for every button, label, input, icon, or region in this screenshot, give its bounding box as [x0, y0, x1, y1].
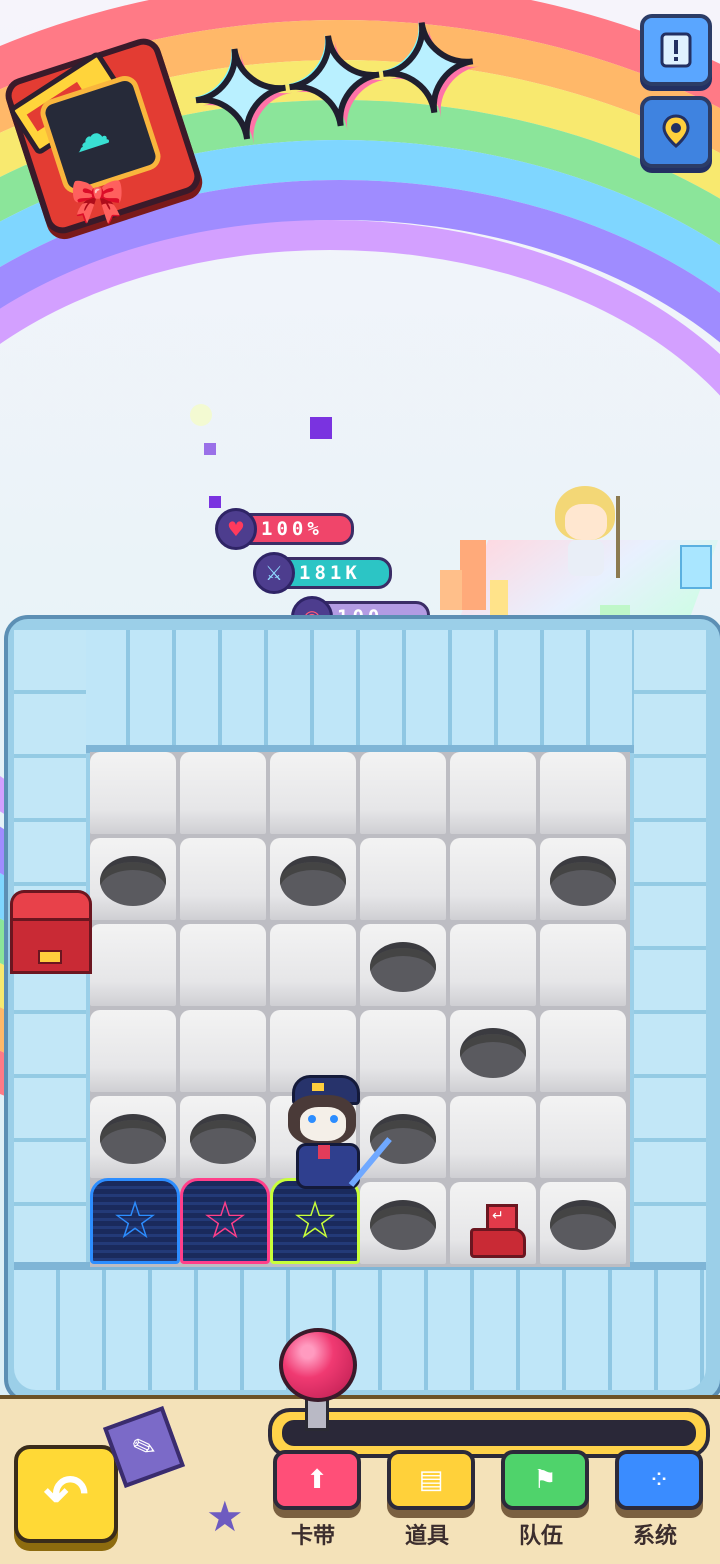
- grid-cell[interactable]: [360, 752, 446, 834]
- particle: [310, 417, 332, 439]
- back-button[interactable]: ↶: [14, 1445, 118, 1543]
- grid-cell[interactable]: [180, 924, 266, 1006]
- grid-cell[interactable]: [540, 1182, 626, 1264]
- grid-cell[interactable]: [540, 924, 626, 1006]
- hole: [190, 1114, 256, 1164]
- grid-dots-icon: ⁘: [648, 1465, 670, 1495]
- grid-cell[interactable]: [540, 1010, 626, 1092]
- grid-cell[interactable]: [540, 752, 626, 834]
- enemy-character[interactable]: [550, 486, 630, 586]
- menu-label: 卡带: [290, 1524, 335, 1549]
- grid-cell[interactable]: [180, 838, 266, 920]
- board-wall-bottom: [14, 1262, 706, 1390]
- sparkle: [190, 404, 212, 426]
- info-icon: [660, 32, 692, 68]
- menu-button-1[interactable]: ▤: [387, 1450, 475, 1510]
- hp-bar: ♥ 100%: [215, 508, 354, 550]
- map-pin-icon: [662, 114, 690, 148]
- back-arrow-icon: ↶: [43, 1462, 89, 1526]
- hole: [100, 856, 166, 906]
- map-button[interactable]: [640, 96, 712, 168]
- star-pad[interactable]: ☆: [180, 1178, 270, 1264]
- printer-icon: ▤: [418, 1465, 444, 1495]
- grid-cell[interactable]: [450, 1010, 536, 1092]
- hole: [370, 942, 436, 992]
- boot-item[interactable]: ↵: [468, 1200, 526, 1258]
- particle: [209, 496, 221, 508]
- grid-cell[interactable]: [90, 752, 176, 834]
- grid-cell[interactable]: [270, 838, 356, 920]
- menu-label: 系统: [632, 1524, 677, 1549]
- star-icon: ★: [206, 1492, 244, 1541]
- menu-button-3[interactable]: ⁘: [615, 1450, 703, 1510]
- grid-cell[interactable]: [540, 838, 626, 920]
- attack-value: 181K: [299, 562, 361, 584]
- hole: [370, 1200, 436, 1250]
- hp-value: 100%: [261, 518, 323, 540]
- joystick-knob[interactable]: [279, 1328, 357, 1402]
- hole: [280, 856, 346, 906]
- hole: [550, 856, 616, 906]
- treasure-chest[interactable]: [10, 890, 92, 974]
- grid-cell[interactable]: [450, 752, 536, 834]
- star-pad[interactable]: ☆: [90, 1178, 180, 1264]
- player-character[interactable]: [272, 1075, 402, 1190]
- menu-label: 道具: [404, 1524, 449, 1549]
- menu-button-2[interactable]: ⚑: [501, 1450, 589, 1510]
- star-pad[interactable]: ☆: [270, 1178, 360, 1264]
- arrow-up-icon: ⬆: [306, 1465, 328, 1495]
- grid-cell[interactable]: [90, 924, 176, 1006]
- grid-cell[interactable]: [450, 838, 536, 920]
- hole: [460, 1028, 526, 1078]
- board-wall-top: [84, 630, 636, 753]
- menu-label: 队伍: [518, 1524, 563, 1549]
- grid-cell[interactable]: [90, 838, 176, 920]
- grid-cell[interactable]: [180, 752, 266, 834]
- grid-cell[interactable]: [360, 1182, 446, 1264]
- grid-cell[interactable]: [270, 752, 356, 834]
- menu-button-0[interactable]: ⬆: [273, 1450, 361, 1510]
- grid-cell[interactable]: [360, 838, 446, 920]
- hole: [100, 1114, 166, 1164]
- info-button[interactable]: [640, 14, 712, 86]
- flag-icon: ⚑: [533, 1465, 557, 1495]
- grid-cell[interactable]: [90, 1010, 176, 1092]
- hole: [550, 1200, 616, 1250]
- grid-cell[interactable]: [360, 924, 446, 1006]
- grid-cell[interactable]: [450, 1096, 536, 1178]
- grid-cell[interactable]: [180, 1010, 266, 1092]
- particle: [204, 443, 216, 455]
- grid-cell[interactable]: [450, 924, 536, 1006]
- bow-icon: 🎀: [70, 176, 125, 227]
- grid-cell[interactable]: [270, 924, 356, 1006]
- heart-icon: ♥: [215, 508, 257, 550]
- sword-icon: ⚔: [253, 552, 295, 594]
- grid-cell[interactable]: [180, 1096, 266, 1178]
- attack-bar: ⚔ 181K: [253, 552, 392, 594]
- grid-cell[interactable]: [90, 1096, 176, 1178]
- grid-cell[interactable]: [540, 1096, 626, 1178]
- board-wall-right: [634, 630, 706, 1280]
